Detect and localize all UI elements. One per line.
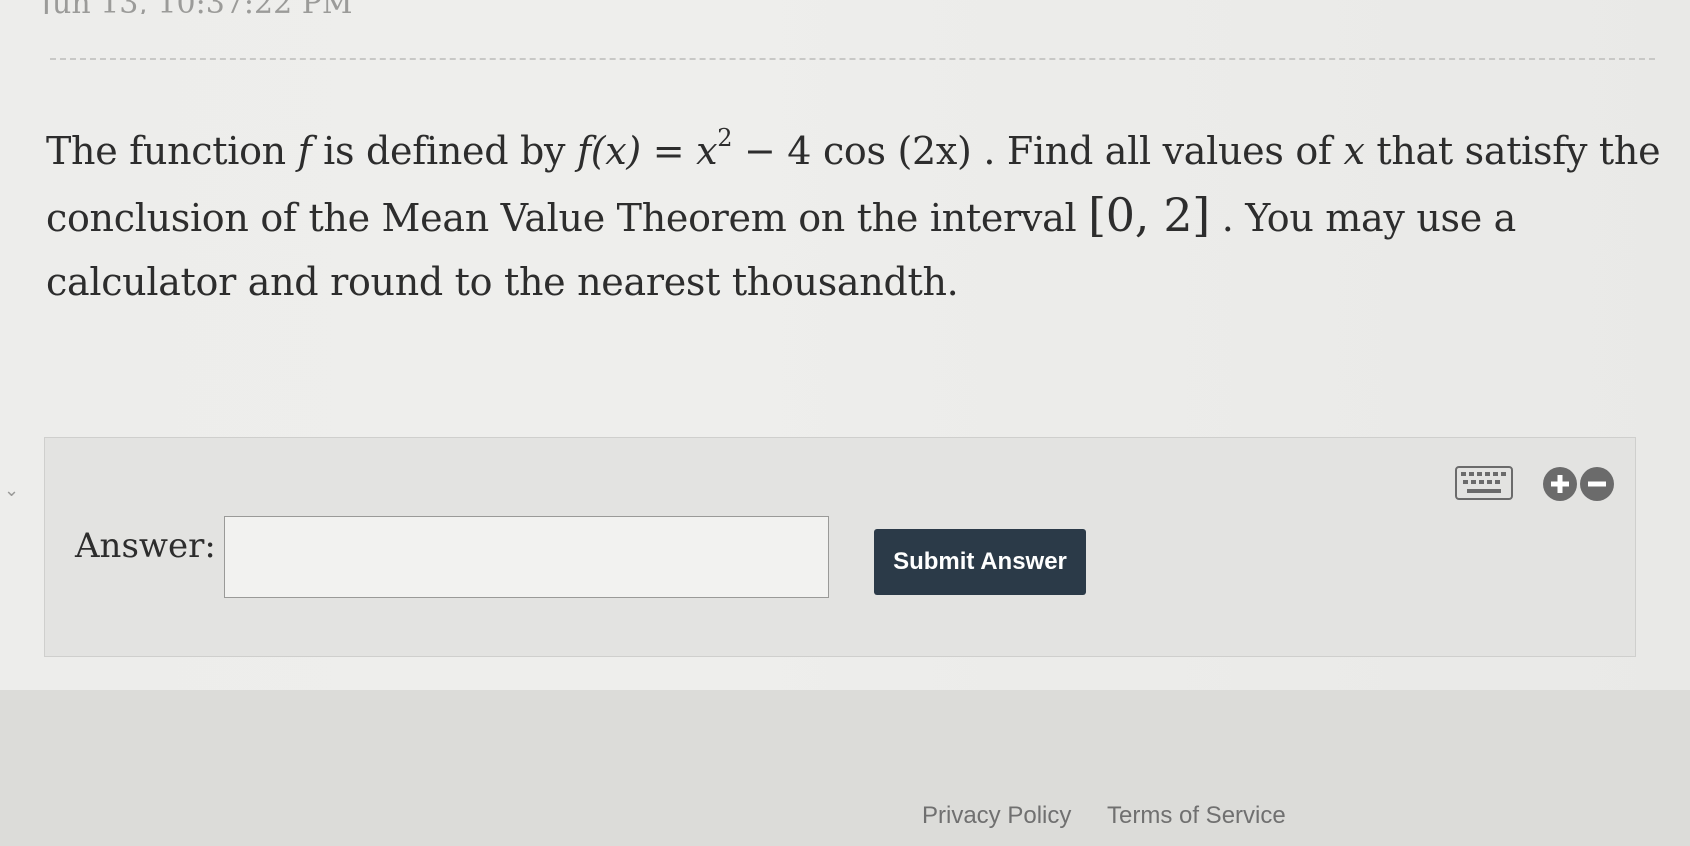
question-text-part: . Find all values of	[971, 129, 1344, 173]
answer-input[interactable]	[224, 516, 829, 598]
question-page: Jun 13, 10:37:22 PM The function f is de…	[0, 0, 1690, 690]
math-x: x	[696, 129, 718, 173]
answer-label: Answer:	[75, 526, 216, 566]
submit-answer-button[interactable]: Submit Answer	[874, 529, 1086, 595]
chevron-down-icon: ⌄	[4, 480, 20, 501]
math-exponent: 2	[717, 124, 733, 152]
math-x: x	[1343, 129, 1365, 173]
timestamp: Jun 13, 10:37:22 PM	[40, 0, 353, 14]
question-text: The function f is defined by f(x) = x2 −…	[46, 106, 1666, 314]
math-equals: =	[640, 129, 697, 173]
question-text-part: is defined by	[311, 129, 577, 173]
divider	[50, 58, 1655, 60]
math-f: f	[297, 129, 312, 173]
math-expression: − 4 cos (2x)	[732, 129, 972, 173]
minus-circle-icon[interactable]	[1579, 466, 1615, 502]
plus-circle-icon[interactable]	[1542, 466, 1578, 502]
math-interval: [0, 2]	[1088, 188, 1210, 242]
keyboard-icon[interactable]	[1455, 466, 1513, 500]
answer-panel: Answer: Submit Answer	[44, 437, 1636, 657]
terms-of-service-link[interactable]: Terms of Service	[1107, 802, 1286, 830]
privacy-policy-link[interactable]: Privacy Policy	[922, 802, 1071, 830]
question-text-part: The function	[46, 129, 298, 173]
math-f-of-x: f(x)	[577, 129, 641, 173]
